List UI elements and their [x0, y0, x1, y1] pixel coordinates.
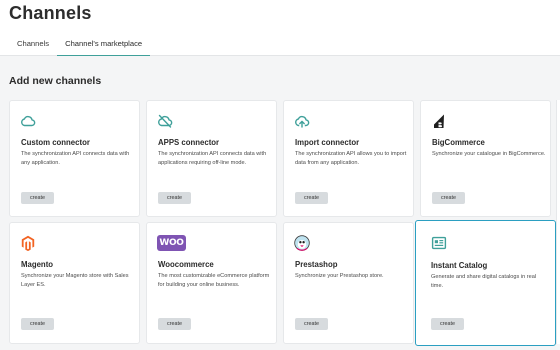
card-description: The synchronization API connects data wi…: [158, 151, 267, 166]
card-description: Synchronize your Magento store with Sale…: [21, 273, 129, 288]
prestashop-logo-icon: [294, 235, 310, 251]
card-description: Synchronize your Prestashop store.: [295, 273, 384, 279]
card-description: Generate and share digital catalogs in r…: [431, 274, 537, 289]
create-button[interactable]: create: [158, 192, 191, 204]
channel-card-magento[interactable]: Magento Synchronize your Magento store w…: [9, 222, 140, 344]
next-card-edge: [556, 100, 560, 344]
create-button[interactable]: create: [21, 192, 54, 204]
woocommerce-logo-text: WOO: [159, 238, 184, 248]
card-description: Synchronize your catalogue in BigCommerc…: [432, 151, 546, 157]
card-title: Woocommerce: [158, 260, 214, 269]
tab-channels[interactable]: Channels: [9, 36, 57, 56]
channel-card-instant-catalog[interactable]: Instant Catalog Generate and share digit…: [415, 220, 556, 346]
section-title: Add new channels: [9, 75, 102, 87]
card-description: The synchronization API allows you to im…: [295, 151, 407, 166]
card-title: Prestashop: [295, 260, 338, 269]
card-title: Magento: [21, 260, 54, 269]
tab-bar: Channels Channel's marketplace: [9, 36, 151, 56]
cloud-icon: [20, 113, 36, 129]
cloud-upload-icon: [294, 113, 310, 129]
card-title: Instant Catalog: [431, 261, 488, 270]
card-title: APPS connector: [158, 138, 220, 147]
tab-channels-marketplace[interactable]: Channel's marketplace: [57, 36, 151, 56]
channel-card-apps-connector[interactable]: APPS connector The synchronization API c…: [146, 100, 277, 217]
page-title: Channels: [9, 3, 92, 23]
create-button[interactable]: create: [431, 318, 464, 330]
channel-card-prestashop[interactable]: Prestashop Synchronize your Prestashop s…: [283, 222, 414, 344]
card-title: Import connector: [295, 138, 360, 147]
top-header: Channels Channels Channel's marketplace: [0, 0, 560, 56]
card-description: The synchronization API connects data wi…: [21, 151, 130, 166]
bigcommerce-logo-icon: [431, 113, 447, 129]
card-title: BigCommerce: [432, 138, 485, 147]
card-title: Custom connector: [21, 138, 90, 147]
create-button[interactable]: create: [295, 318, 328, 330]
create-button[interactable]: create: [158, 318, 191, 330]
channel-card-bigcommerce[interactable]: BigCommerce Synchronize your catalogue i…: [420, 100, 551, 217]
create-button[interactable]: create: [432, 192, 465, 204]
create-button[interactable]: create: [21, 318, 54, 330]
channel-card-import-connector[interactable]: Import connector The synchronization API…: [283, 100, 414, 217]
magento-logo-icon: [20, 235, 36, 252]
create-button[interactable]: create: [295, 192, 328, 204]
card-description: The most customizable eCommerce platform…: [158, 273, 270, 288]
channel-card-custom-connector[interactable]: Custom connector The synchronization API…: [9, 100, 140, 217]
channel-card-woocommerce[interactable]: WOO Woocommerce The most customizable eC…: [146, 222, 277, 344]
cloud-off-icon: [157, 113, 173, 129]
catalog-icon: [431, 235, 447, 251]
woocommerce-logo-icon: WOO: [157, 235, 186, 251]
